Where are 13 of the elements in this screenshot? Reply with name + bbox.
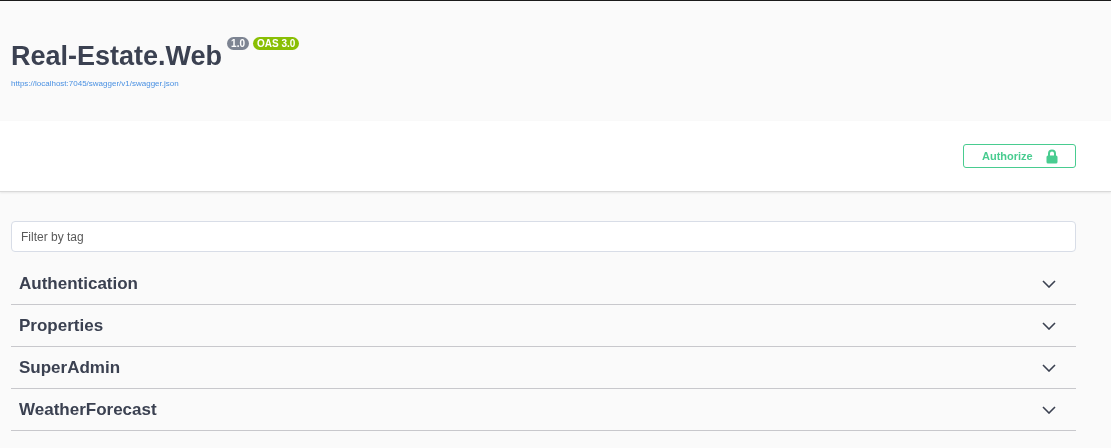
- api-title: Real-Estate.Web: [11, 40, 223, 72]
- chevron-icon[interactable]: [1042, 321, 1056, 330]
- filter-field[interactable]: Filter by tag: [11, 221, 1076, 252]
- oas-badge: OAS 3.0: [253, 37, 300, 50]
- tag-section-header[interactable]: Properties: [11, 305, 1076, 347]
- chevron-icon[interactable]: [1042, 363, 1056, 372]
- tag-section-header[interactable]: WeatherForecast: [11, 389, 1076, 431]
- chevron-icon[interactable]: [1042, 405, 1056, 414]
- version-badge: 1.0: [227, 37, 249, 50]
- lock-icon: [1046, 148, 1058, 164]
- tag-section-header[interactable]: SuperAdmin: [11, 347, 1076, 389]
- tag-section-header[interactable]: Authentication: [11, 264, 1076, 305]
- chevron-icon[interactable]: [1042, 280, 1056, 288]
